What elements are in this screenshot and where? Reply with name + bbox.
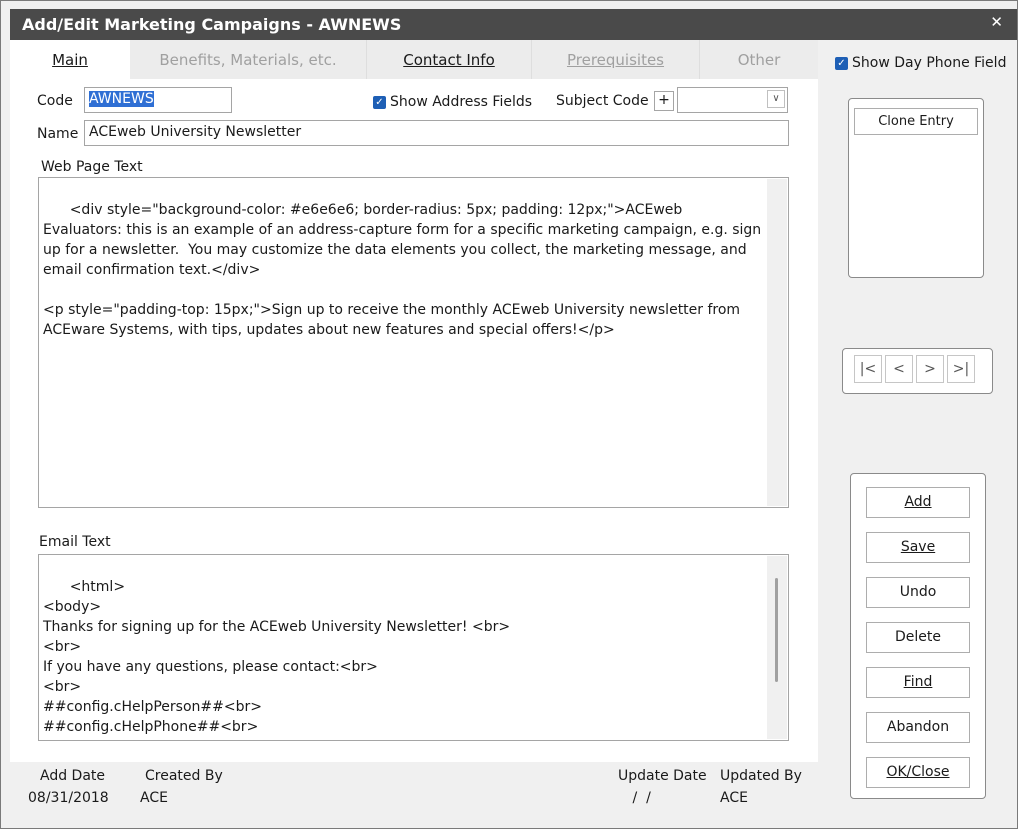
last-record-button[interactable]: >| bbox=[947, 355, 975, 383]
add-date-value: 08/31/2018 bbox=[28, 790, 109, 806]
name-input[interactable]: ACEweb University Newsletter bbox=[84, 120, 789, 146]
show-address-check-icon: ✓ bbox=[373, 95, 386, 109]
tab-main[interactable]: Main bbox=[10, 40, 130, 79]
find-button-label: Find bbox=[903, 674, 933, 690]
record-navigator: |< < > >| bbox=[842, 348, 993, 394]
first-record-button[interactable]: |< bbox=[854, 355, 882, 383]
tab-main-label: Main bbox=[52, 51, 88, 69]
name-label: Name bbox=[37, 126, 79, 142]
tab-contact-info[interactable]: Contact Info bbox=[367, 40, 532, 79]
email-text-content: <html> <body> Thanks for signing up for … bbox=[43, 579, 511, 740]
tab-benefits[interactable]: Benefits, Materials, etc. bbox=[130, 40, 367, 79]
save-button[interactable]: Save bbox=[866, 532, 970, 563]
tab-contact-info-label: Contact Info bbox=[403, 51, 495, 69]
abandon-button[interactable]: Abandon bbox=[866, 712, 970, 743]
name-value: ACEweb University Newsletter bbox=[89, 124, 302, 140]
prev-record-button[interactable]: < bbox=[885, 355, 913, 383]
tab-other-label: Other bbox=[737, 51, 781, 69]
chevron-down-icon[interactable]: ∨ bbox=[767, 90, 785, 108]
dialog-window: Add/Edit Marketing Campaigns - AWNEWS ✕ … bbox=[0, 0, 1018, 829]
show-day-phone-label: Show Day Phone Field bbox=[852, 55, 1007, 71]
add-date-label: Add Date bbox=[40, 768, 106, 784]
tab-other[interactable]: Other bbox=[700, 40, 818, 79]
updated-by-label: Updated By bbox=[720, 768, 802, 784]
undo-button[interactable]: Undo bbox=[866, 577, 970, 608]
created-by-label: Created By bbox=[145, 768, 223, 784]
tab-benefits-label: Benefits, Materials, etc. bbox=[159, 51, 337, 69]
code-label: Code bbox=[37, 93, 73, 109]
delete-button-label: Delete bbox=[895, 629, 941, 645]
action-buttons-panel: Add Save Undo Delete Find Abandon OK/Clo… bbox=[850, 473, 986, 799]
created-by-value: ACE bbox=[140, 790, 168, 806]
ok-close-button-label: OK/Close bbox=[886, 764, 950, 780]
code-value: AWNEWS bbox=[89, 91, 154, 107]
tab-prerequisites[interactable]: Prerequisites bbox=[532, 40, 700, 79]
clone-entry-button[interactable]: Clone Entry bbox=[854, 108, 978, 135]
show-address-label: Show Address Fields bbox=[390, 94, 533, 110]
main-panel: Main Benefits, Materials, etc. Contact I… bbox=[10, 40, 818, 762]
abandon-button-label: Abandon bbox=[886, 719, 950, 735]
web-page-text-area[interactable]: <div style="background-color: #e6e6e6; b… bbox=[38, 177, 789, 508]
window-title: Add/Edit Marketing Campaigns - AWNEWS bbox=[22, 15, 402, 34]
tab-bar: Main Benefits, Materials, etc. Contact I… bbox=[10, 40, 818, 79]
web-page-text-label: Web Page Text bbox=[41, 159, 143, 175]
save-button-label: Save bbox=[900, 539, 936, 555]
title-bar: Add/Edit Marketing Campaigns - AWNEWS ✕ bbox=[10, 9, 1017, 40]
email-text-scrollbar[interactable] bbox=[767, 556, 787, 739]
tab-prerequisites-label: Prerequisites bbox=[566, 51, 665, 69]
show-day-phone-checkbox[interactable]: ✓ Show Day Phone Field bbox=[835, 55, 1006, 71]
code-input[interactable]: AWNEWS bbox=[84, 87, 232, 113]
subject-code-select[interactable]: ∨ bbox=[677, 87, 788, 113]
update-date-label: Update Date bbox=[618, 768, 707, 784]
email-text-area[interactable]: <html> <body> Thanks for signing up for … bbox=[38, 554, 789, 741]
show-address-fields-checkbox[interactable]: ✓ Show Address Fields bbox=[373, 94, 532, 110]
close-icon[interactable]: ✕ bbox=[990, 13, 1003, 31]
undo-button-label: Undo bbox=[899, 584, 937, 600]
add-button-label: Add bbox=[904, 494, 932, 510]
subject-code-add-button[interactable]: + bbox=[654, 91, 674, 111]
subject-code-label: Subject Code bbox=[556, 93, 649, 109]
show-day-phone-check-icon: ✓ bbox=[835, 56, 848, 70]
update-date-value: / / bbox=[628, 790, 651, 806]
web-page-text-content: <div style="background-color: #e6e6e6; b… bbox=[43, 202, 762, 338]
web-page-text-scrollbar[interactable] bbox=[767, 179, 787, 506]
clone-panel: Clone Entry bbox=[848, 98, 984, 278]
find-button[interactable]: Find bbox=[866, 667, 970, 698]
ok-close-button[interactable]: OK/Close bbox=[866, 757, 970, 788]
next-record-button[interactable]: > bbox=[916, 355, 944, 383]
add-button[interactable]: Add bbox=[866, 487, 970, 518]
updated-by-value: ACE bbox=[720, 790, 748, 806]
delete-button[interactable]: Delete bbox=[866, 622, 970, 653]
email-scroll-thumb[interactable] bbox=[775, 578, 778, 682]
email-text-label: Email Text bbox=[39, 534, 111, 550]
